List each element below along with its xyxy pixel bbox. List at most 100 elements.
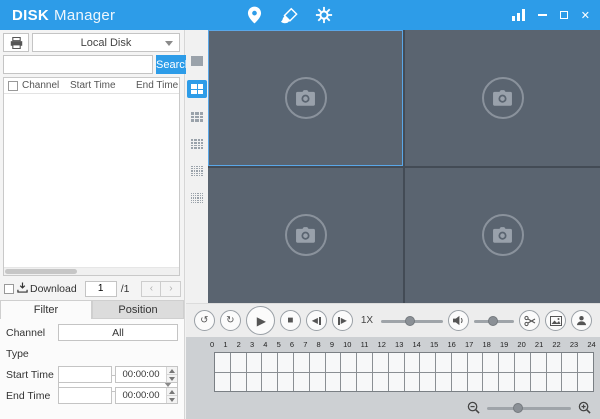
- timeline-zoom-slider[interactable]: [487, 402, 571, 414]
- timeline-cell[interactable]: [468, 353, 483, 372]
- timeline-cell[interactable]: [483, 353, 498, 372]
- settings-gear-icon[interactable]: [314, 5, 334, 25]
- timeline-cell[interactable]: [215, 353, 230, 372]
- timeline-cell[interactable]: [310, 373, 325, 392]
- video-panel-4[interactable]: [405, 168, 600, 304]
- maximize-button[interactable]: [560, 11, 568, 19]
- tab-position[interactable]: Position: [92, 300, 184, 319]
- timeline-cell[interactable]: [341, 353, 356, 372]
- timeline-cell[interactable]: [547, 353, 562, 372]
- timeline-cell[interactable]: [531, 353, 546, 372]
- spin-up-button[interactable]: [167, 367, 177, 374]
- network-status-icon[interactable]: [512, 9, 525, 21]
- volume-icon[interactable]: [448, 310, 469, 331]
- timeline-cell[interactable]: [515, 373, 530, 392]
- zoom-in-icon[interactable]: [578, 401, 591, 414]
- spin-down-button[interactable]: [167, 374, 177, 382]
- stop-button[interactable]: ■: [280, 310, 301, 331]
- timeline-cell[interactable]: [499, 373, 514, 392]
- layout-9-view-button[interactable]: [187, 109, 207, 125]
- timeline-cell[interactable]: [357, 353, 372, 372]
- start-date-input[interactable]: [58, 366, 112, 383]
- close-button[interactable]: ✕: [581, 9, 590, 22]
- timeline-cell[interactable]: [515, 353, 530, 372]
- timeline-cell[interactable]: [373, 353, 388, 372]
- timeline-cell[interactable]: [357, 373, 372, 392]
- volume-thumb[interactable]: [488, 316, 498, 326]
- layout-16-view-button[interactable]: [187, 136, 207, 152]
- timeline-cell[interactable]: [294, 373, 309, 392]
- disk-selector-dropdown[interactable]: Local Disk: [32, 33, 180, 52]
- search-input[interactable]: [3, 55, 153, 74]
- tab-filter[interactable]: Filter: [0, 300, 92, 319]
- timeline-cell[interactable]: [452, 353, 467, 372]
- start-time-spinner[interactable]: 00:00:00: [115, 366, 178, 383]
- spin-up-button[interactable]: [167, 388, 177, 395]
- timeline-cell[interactable]: [341, 373, 356, 392]
- next-page-button[interactable]: ›: [161, 281, 181, 297]
- snapshot-button[interactable]: [545, 310, 566, 331]
- timeline-cell[interactable]: [310, 353, 325, 372]
- download-label[interactable]: Download: [30, 283, 77, 295]
- device-location-icon[interactable]: [244, 5, 264, 25]
- minimize-button[interactable]: [538, 14, 547, 16]
- timeline-cell[interactable]: [436, 353, 451, 372]
- progress-thumb[interactable]: [405, 316, 415, 326]
- timeline-cell[interactable]: [499, 353, 514, 372]
- sync-play-button[interactable]: ↻: [220, 310, 241, 331]
- timeline-cell[interactable]: [278, 373, 293, 392]
- layout-1-view-button[interactable]: [187, 53, 207, 69]
- timeline-cell[interactable]: [278, 353, 293, 372]
- zoom-thumb[interactable]: [513, 403, 523, 413]
- timeline-cell[interactable]: [420, 373, 435, 392]
- layout-4-view-button[interactable]: [187, 80, 207, 98]
- timeline-cell[interactable]: [294, 353, 309, 372]
- timeline-cell[interactable]: [436, 373, 451, 392]
- timeline-cell[interactable]: [389, 353, 404, 372]
- timeline-cell[interactable]: [262, 353, 277, 372]
- timeline-cell[interactable]: [231, 373, 246, 392]
- play-button[interactable]: ▶: [246, 306, 275, 335]
- video-panel-2[interactable]: [405, 30, 600, 166]
- video-panel-3[interactable]: [208, 168, 403, 304]
- clip-scissors-button[interactable]: [519, 310, 540, 331]
- timeline-cell[interactable]: [215, 373, 230, 392]
- end-date-input[interactable]: [58, 387, 112, 404]
- timeline-cell[interactable]: [405, 373, 420, 392]
- timeline-cell[interactable]: [373, 373, 388, 392]
- timeline-cell[interactable]: [231, 353, 246, 372]
- timeline-cell[interactable]: [326, 373, 341, 392]
- timeline-cell[interactable]: [578, 373, 593, 392]
- timeline-cell[interactable]: [326, 353, 341, 372]
- disk-device-button[interactable]: [3, 33, 29, 52]
- timeline-cell[interactable]: [547, 373, 562, 392]
- timeline-cell[interactable]: [405, 353, 420, 372]
- prev-page-button[interactable]: ‹: [141, 281, 161, 297]
- progress-slider[interactable]: [381, 315, 443, 327]
- replay-button[interactable]: ↺: [194, 310, 215, 331]
- timeline-cell[interactable]: [468, 373, 483, 392]
- zoom-out-icon[interactable]: [467, 401, 480, 414]
- end-time-spinner[interactable]: 00:00:00: [115, 387, 178, 404]
- next-frame-button[interactable]: ▶: [332, 310, 353, 331]
- timeline-cell[interactable]: [578, 353, 593, 372]
- timeline-cell[interactable]: [389, 373, 404, 392]
- select-all-checkbox[interactable]: [8, 81, 18, 91]
- layout-36-view-button[interactable]: [187, 190, 207, 206]
- timeline-cell[interactable]: [562, 373, 577, 392]
- volume-slider[interactable]: [474, 315, 514, 327]
- video-panel-1[interactable]: [208, 30, 403, 166]
- timeline-cell[interactable]: [262, 373, 277, 392]
- timeline-cell[interactable]: [420, 353, 435, 372]
- channel-dropdown[interactable]: All: [58, 324, 178, 341]
- timeline-cell[interactable]: [452, 373, 467, 392]
- timeline-cell[interactable]: [483, 373, 498, 392]
- scrollbar-thumb[interactable]: [5, 269, 77, 274]
- prev-frame-button[interactable]: ◀: [306, 310, 327, 331]
- cleanup-brush-icon[interactable]: [279, 5, 299, 25]
- timeline-cell[interactable]: [247, 353, 262, 372]
- timeline-cell[interactable]: [247, 373, 262, 392]
- spin-down-button[interactable]: [167, 395, 177, 403]
- results-table-body[interactable]: [4, 95, 179, 266]
- layout-25-view-button[interactable]: [187, 163, 207, 179]
